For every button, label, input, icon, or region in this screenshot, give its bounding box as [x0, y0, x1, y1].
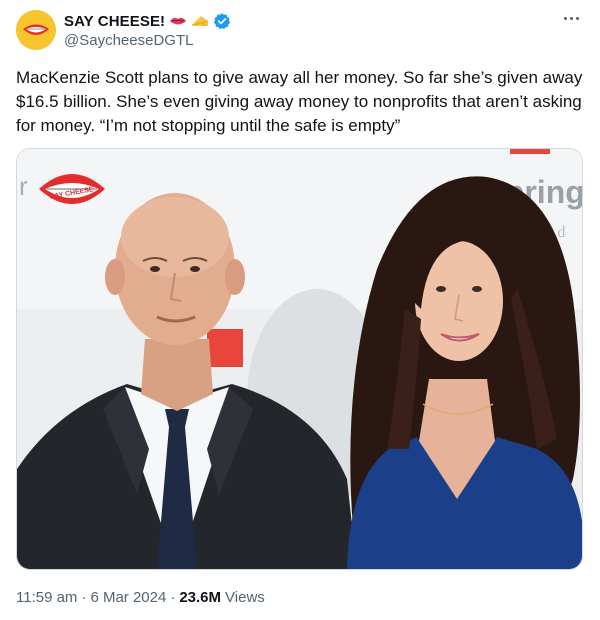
tweet-text: MacKenzie Scott plans to give away all h… [16, 68, 588, 135]
author-name-row: SAY CHEESE! [64, 11, 231, 31]
views-count: 23.6M [179, 589, 222, 606]
tweet-meta: 11:59 am · 6 Mar 2024 · 23.6M Views [16, 589, 265, 606]
backdrop-text-r: r [19, 171, 28, 201]
verified-badge-icon[interactable] [213, 12, 231, 30]
author-handle[interactable]: @SaycheeseDGTL [64, 32, 193, 49]
more-options-icon[interactable] [560, 8, 582, 28]
dot [563, 16, 567, 20]
views-label: Views [225, 589, 265, 606]
meta-separator: · [170, 589, 176, 606]
meta-separator: · [81, 589, 87, 606]
author-avatar[interactable] [16, 10, 56, 50]
say-cheese-logo [16, 10, 56, 50]
tweet-date[interactable]: 6 Mar 2024 [90, 589, 166, 606]
dot [569, 16, 573, 20]
lips-emoji [169, 12, 187, 30]
tweet-photo[interactable]: r spring a r d er [16, 148, 583, 570]
dot [575, 16, 579, 20]
tweet-card: SAY CHEESE! @SaycheeseDGTL MacKenzie Sco… [0, 0, 600, 620]
author-display-name[interactable]: SAY CHEESE! [64, 13, 165, 30]
photo-illustration: r spring a r d er [17, 149, 582, 569]
cheese-emoji [191, 12, 209, 30]
tweet-time[interactable]: 11:59 am [16, 589, 77, 606]
